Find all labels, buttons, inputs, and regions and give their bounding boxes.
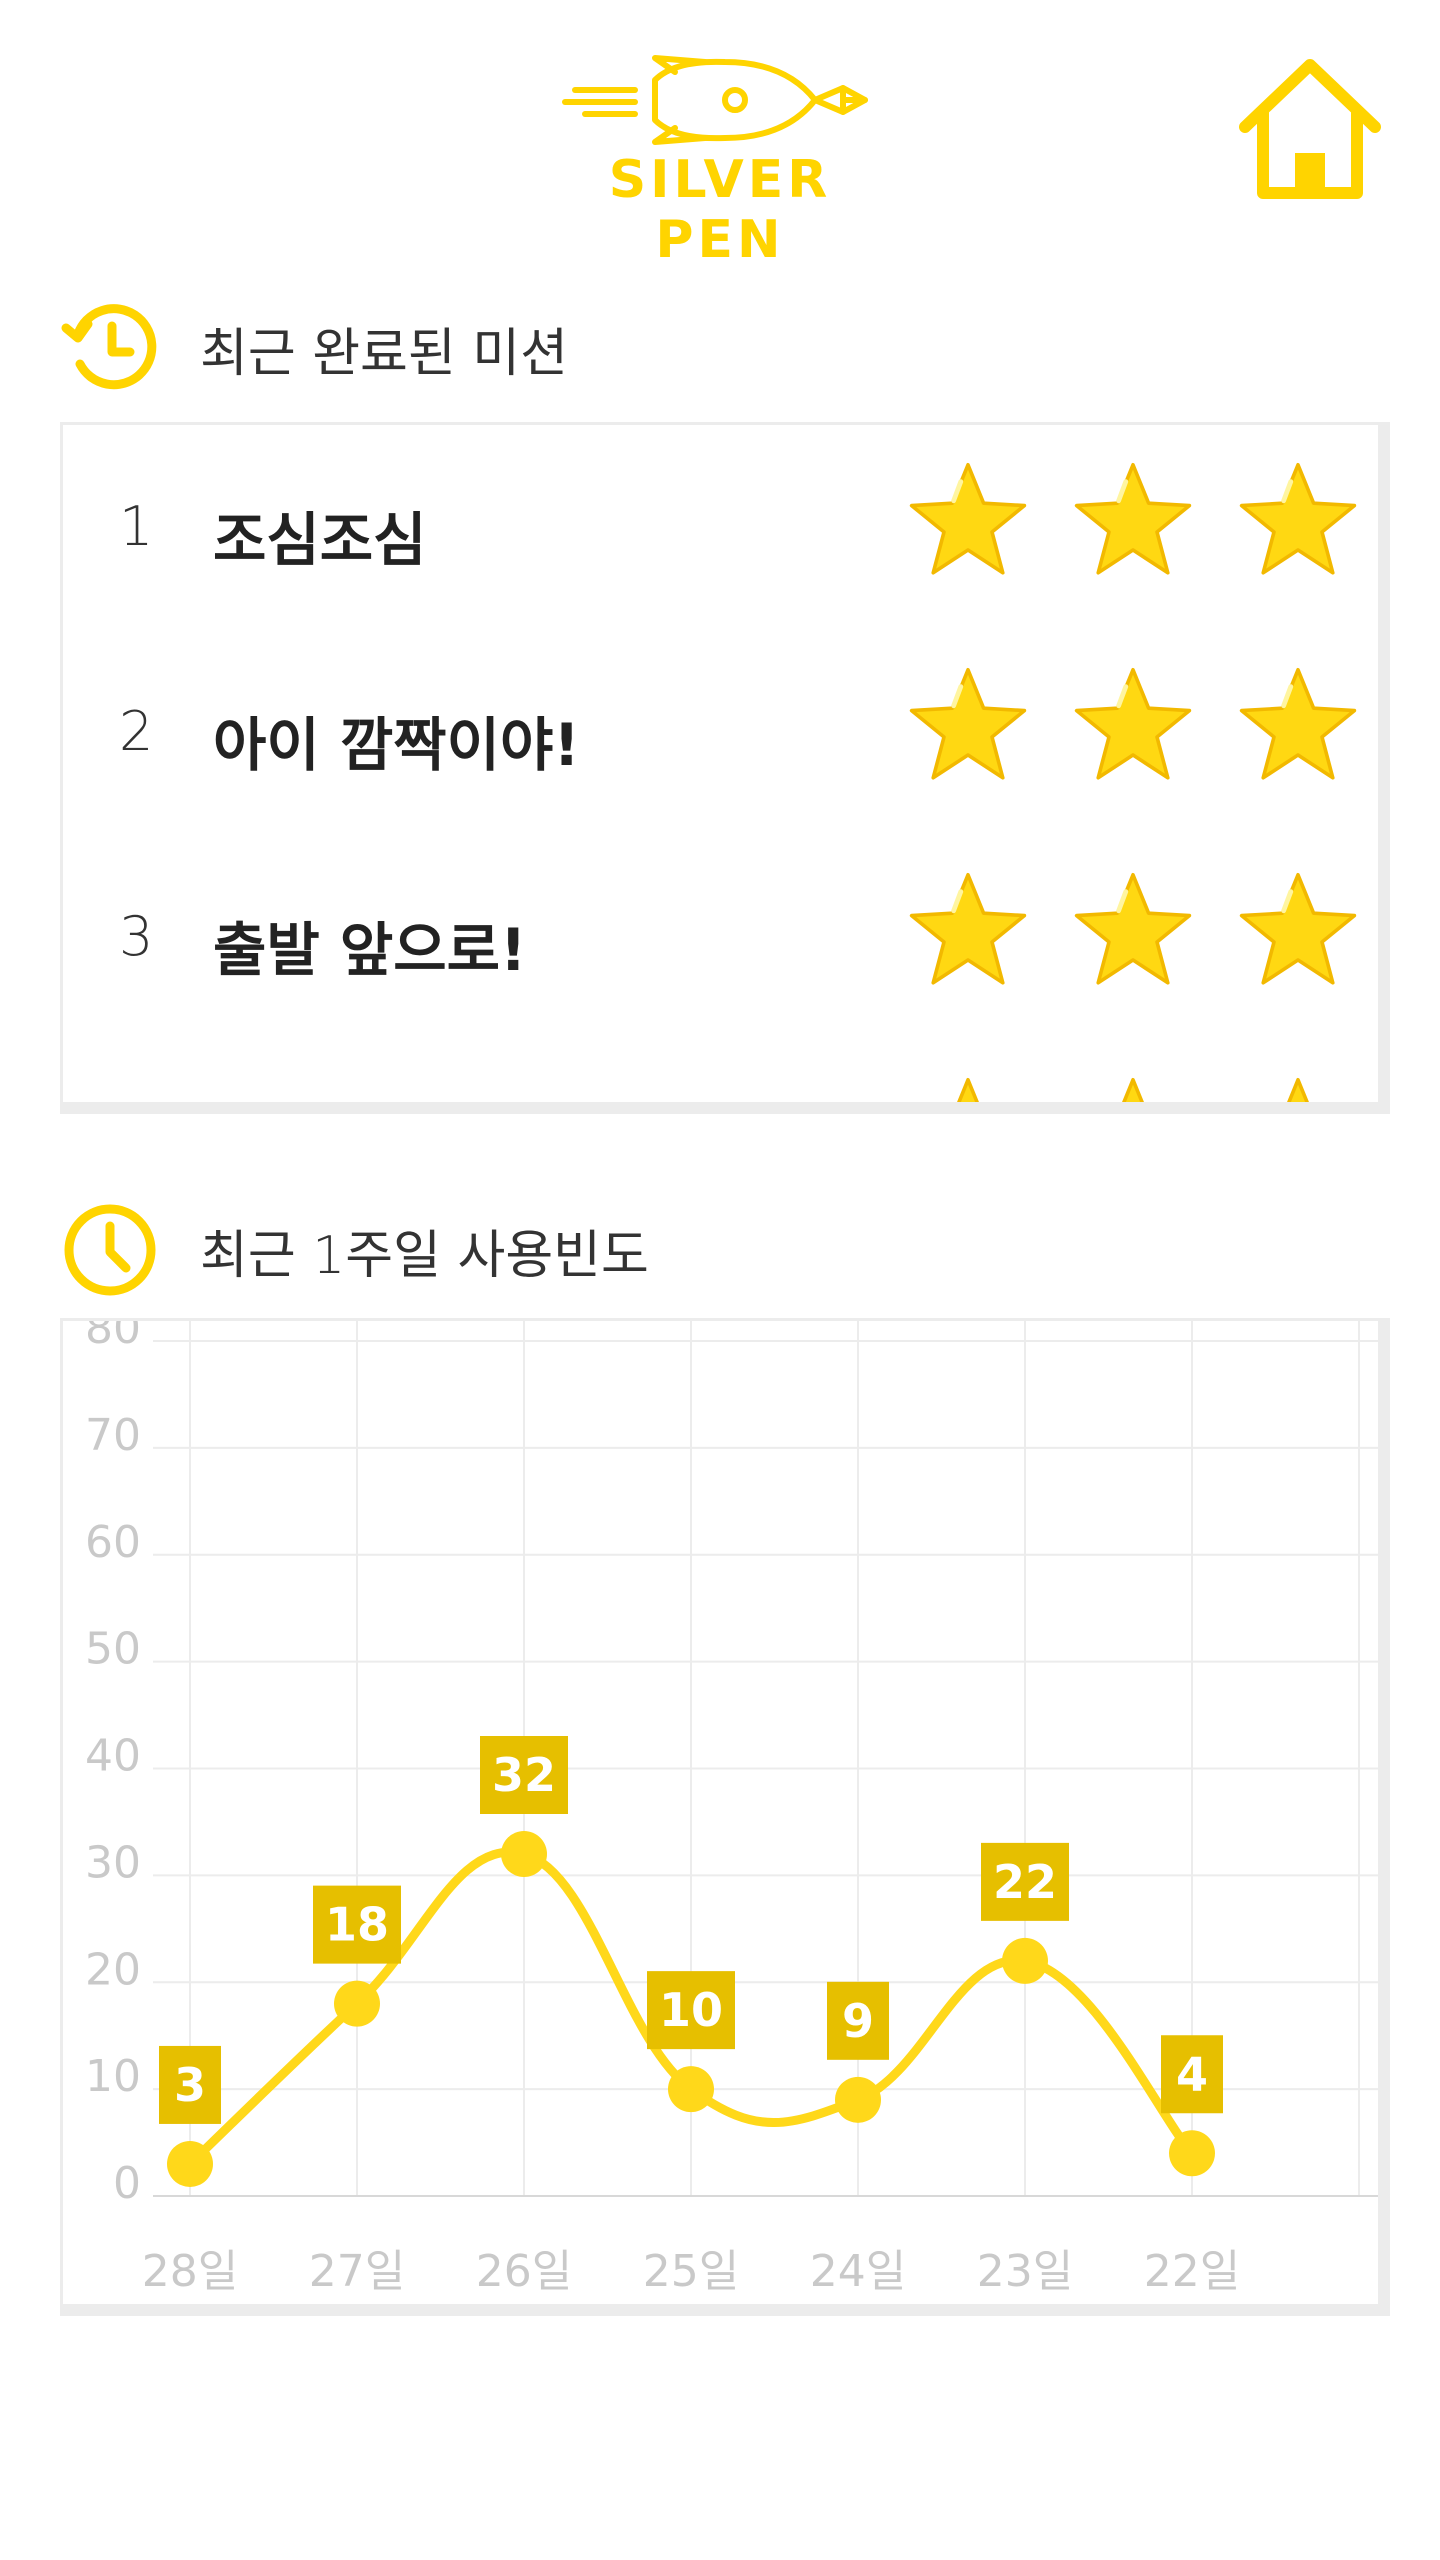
data-point (1002, 1937, 1048, 1984)
x-tick-label: 26일 (476, 2246, 572, 2297)
x-tick-label: 23일 (977, 2246, 1073, 2297)
data-point (334, 1980, 380, 2027)
app-header: SILVER PEN (0, 0, 1440, 270)
data-label: 32 (492, 1748, 556, 1802)
usage-header: 최근 1주일 사용빈도 (60, 1200, 960, 1300)
mission-number: 1 (119, 495, 154, 558)
y-tick-label: 10 (85, 2051, 141, 2102)
star-icon (909, 463, 1027, 575)
mission-number: 2 (119, 700, 154, 763)
data-label: 22 (993, 1855, 1057, 1909)
data-label: 4 (1176, 2047, 1208, 2101)
history-icon (60, 298, 160, 398)
mission-name: 출발 앞으로! (213, 916, 527, 984)
data-point (668, 2066, 714, 2113)
y-tick-label: 40 (85, 1731, 141, 1782)
usage-title: 최근 1주일 사용빈도 (200, 1225, 649, 1286)
list-item[interactable]: 1 조심조심 (63, 425, 1378, 625)
star-icon (909, 873, 1027, 985)
star-icon (1287, 1078, 1309, 1102)
mission-number: 3 (119, 905, 154, 968)
data-label: 10 (659, 1983, 723, 2037)
x-tick-label: 25일 (643, 2246, 739, 2297)
mission-number: 4 (119, 1110, 179, 1114)
star-icon (909, 668, 1027, 780)
list-item[interactable]: 2 아이 깜짝이야! (63, 630, 1378, 830)
clock-icon (60, 1200, 160, 1300)
data-point (167, 2140, 213, 2187)
mission-name: 아이 깜짝이야! (213, 711, 580, 779)
star-icon (1239, 668, 1357, 780)
star-icon (1074, 668, 1192, 780)
star-icon (1074, 873, 1192, 985)
star-icon (1239, 873, 1357, 985)
x-tick-label: 28일 (142, 2246, 238, 2297)
recent-missions-title: 최근 완료된 미션 (200, 323, 568, 384)
app-logo: SILVER PEN (555, 50, 885, 270)
y-tick-label: 30 (85, 1837, 141, 1888)
y-tick-label: 50 (85, 1624, 141, 1675)
data-point (835, 2076, 881, 2123)
mission-stars (908, 1075, 1368, 1102)
y-tick-label: 70 (85, 1410, 141, 1461)
y-tick-label: 60 (85, 1517, 141, 1568)
recent-missions-list[interactable]: 1 조심조심 2 아이 깜짝이야! 3 출발 앞으로! 4 (60, 422, 1390, 1114)
data-point (1169, 2130, 1215, 2177)
data-label: 9 (842, 1994, 874, 2048)
usage-chart: 0 10 20 30 40 50 60 70 80 28일 27일 26일 25일 24일 23일 22일 3 1… (60, 1318, 1390, 2316)
x-tick-label: 27일 (309, 2246, 405, 2297)
list-item[interactable]: 3 출발 앞으로! (63, 835, 1378, 1035)
star-icon (957, 1078, 979, 1102)
mission-name: 조심조심 (213, 506, 427, 574)
data-label: 18 (325, 1898, 389, 1952)
star-icon (1074, 463, 1192, 575)
rocket-pen-icon (562, 55, 868, 145)
home-icon[interactable] (1235, 55, 1385, 205)
home-button[interactable] (1235, 55, 1385, 205)
star-icon (1239, 463, 1357, 575)
y-tick-label: 20 (85, 1944, 141, 1995)
x-tick-label: 24일 (810, 2246, 906, 2297)
logo-text: SILVER PEN (608, 150, 832, 270)
y-tick-label: 80 (85, 1321, 141, 1354)
mission-stars (908, 460, 1368, 590)
x-tick-label: 22일 (1144, 2246, 1240, 2297)
star-icon (1122, 1078, 1144, 1102)
line-chart: 0102030405060708028일 27일 26일 25일 24일 23일 22일31… (85, 1321, 1378, 2297)
list-item[interactable]: 4 (63, 1040, 1378, 1114)
mission-stars (908, 870, 1368, 1000)
data-label: 3 (174, 2058, 206, 2112)
data-point (501, 1831, 547, 1877)
mission-stars (908, 665, 1368, 795)
recent-missions-header: 최근 완료된 미션 (60, 298, 960, 398)
y-tick-label: 0 (113, 2158, 141, 2209)
